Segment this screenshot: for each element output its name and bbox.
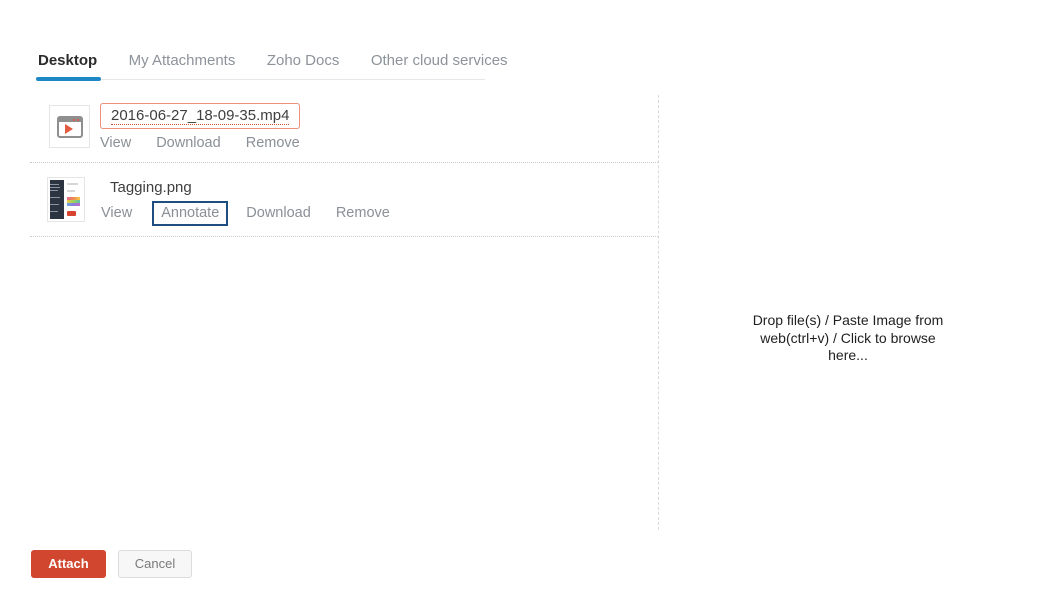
drop-browse-zone[interactable]: Drop file(s) / Paste Image from web(ctrl… [668,95,1050,530]
view-link[interactable]: View [101,201,132,226]
row-separator [30,162,658,163]
tab-my-attachments[interactable]: My Attachments [129,50,236,72]
play-icon [65,124,73,134]
video-player-icon [57,116,83,138]
file-thumbnail-video[interactable] [49,105,90,148]
cancel-button[interactable]: Cancel [118,550,192,578]
filename-text: Tagging.png [110,179,192,196]
file-actions-row: View Annotate Download Remove [101,201,390,226]
active-tab-indicator [36,77,102,81]
attach-button[interactable]: Attach [31,550,106,578]
row-separator [30,236,658,237]
download-link[interactable]: Download [246,201,311,226]
tab-desktop-label: Desktop [38,52,98,69]
annotate-link[interactable]: Annotate [152,201,229,226]
tab-bar: Desktop My Attachments Zoho Docs Other c… [36,50,508,81]
file-thumbnail-image[interactable] [47,177,85,222]
tab-zoho-docs[interactable]: Zoho Docs [267,50,340,72]
file-actions-row: View Download Remove [100,135,300,151]
remove-link[interactable]: Remove [336,201,390,226]
attachment-dialog: Desktop My Attachments Zoho Docs Other c… [0,0,1060,609]
download-link[interactable]: Download [156,135,221,151]
view-link[interactable]: View [100,135,131,151]
remove-link[interactable]: Remove [246,135,300,151]
tab-my-attachments-label: My Attachments [128,52,236,69]
color-palette-thumb [67,197,80,206]
tab-zoho-docs-label: Zoho Docs [266,52,340,69]
dropzone-instructions: Drop file(s) / Paste Image from web(ctrl… [752,312,944,363]
annotate-label: Annotate [161,205,220,221]
pane-divider [658,95,659,530]
tab-other-cloud-services-label: Other cloud services [370,52,508,69]
tab-desktop[interactable]: Desktop [36,50,102,81]
filename-text: 2016-06-27_18-09-35.mp4 [111,107,290,125]
tab-other-cloud-services[interactable]: Other cloud services [371,50,508,72]
filename-editable-field[interactable]: 2016-06-27_18-09-35.mp4 [100,103,301,129]
